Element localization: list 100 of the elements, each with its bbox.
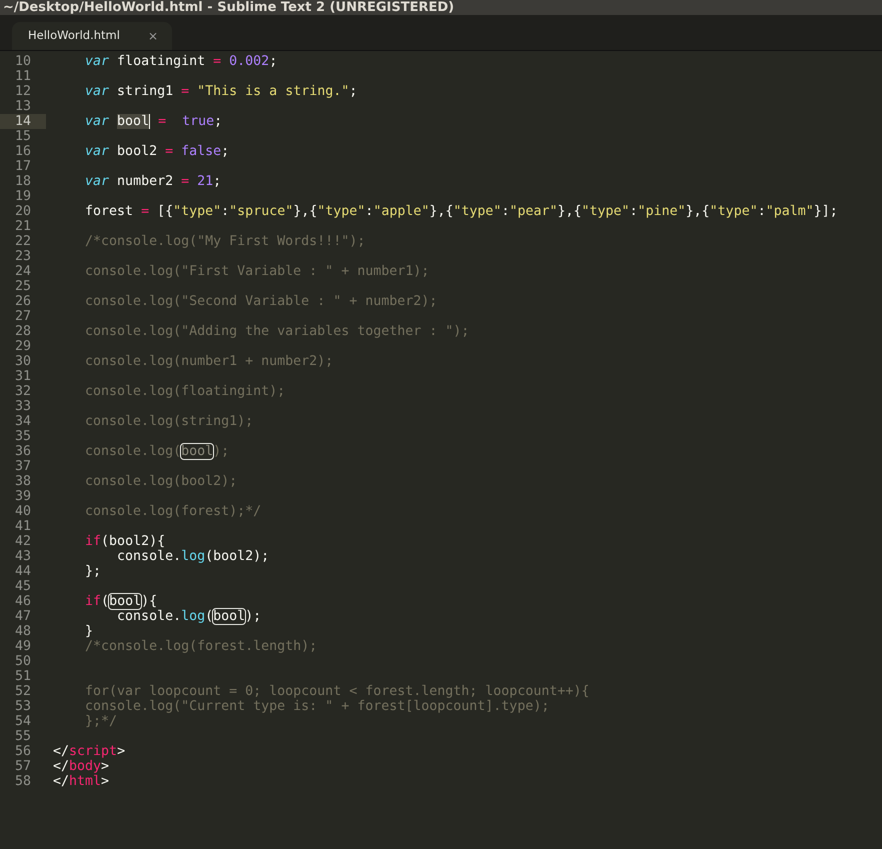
code-token: = xyxy=(181,84,190,99)
line-number: 54 xyxy=(14,714,32,729)
line-number: 31 xyxy=(14,369,32,384)
line-number: 27 xyxy=(14,309,32,324)
code-token: "pine" xyxy=(638,204,686,219)
close-tab-button[interactable]: × xyxy=(148,30,158,42)
code-token: /*console.log(forest.length); xyxy=(84,639,318,654)
code-token: : xyxy=(365,204,374,219)
code-token: var xyxy=(84,114,110,129)
code-token: var xyxy=(84,144,110,159)
code-token: "type" xyxy=(710,204,758,219)
code-token: (bool2); xyxy=(205,549,270,564)
code-token: bool2 xyxy=(116,144,158,159)
code-token: false xyxy=(180,144,222,159)
line-number: 16 xyxy=(14,144,32,159)
code-token: },{ xyxy=(429,204,454,219)
code-token: ; xyxy=(213,174,222,189)
line-number: 11 xyxy=(14,69,32,84)
line-number: 18 xyxy=(14,174,32,189)
code-token: console.log("Second Variable : " + number2); xyxy=(84,294,438,309)
code-token: };*/ xyxy=(84,714,118,729)
text-cursor xyxy=(149,114,150,129)
code-token: 21 xyxy=(196,174,214,189)
code-token: (bool2){ xyxy=(101,534,166,549)
code-token: "type" xyxy=(317,204,366,219)
code-token: console.log( xyxy=(84,444,182,459)
code-token: }]; xyxy=(814,204,838,219)
line-number: 57 xyxy=(14,759,32,774)
code-token: console. xyxy=(116,609,182,624)
code-token: log xyxy=(181,549,206,564)
code-token: forest xyxy=(84,204,134,219)
line-number: 10 xyxy=(14,54,32,69)
code-token: > xyxy=(101,759,110,774)
code-token: ; xyxy=(349,84,358,99)
line-number: 48 xyxy=(14,624,32,639)
code-token: html xyxy=(69,774,102,789)
code-token: ; xyxy=(214,114,222,129)
code-token: var xyxy=(84,84,110,99)
line-number: 14 xyxy=(0,114,46,129)
code-token: bool xyxy=(109,594,142,609)
line-number: 34 xyxy=(14,414,32,429)
code-token: },{ xyxy=(293,204,318,219)
code-token: console. xyxy=(116,549,182,564)
line-number: 13 xyxy=(14,99,32,114)
code-token: </ xyxy=(53,774,70,789)
line-number: 40 xyxy=(14,504,32,519)
line-number: 51 xyxy=(14,669,32,684)
code-token: console.log(forest);*/ xyxy=(84,504,262,519)
code-token: ){ xyxy=(141,594,158,609)
code-token: bool xyxy=(213,609,246,624)
line-number: 56 xyxy=(14,744,32,759)
code-token: console.log(number1 + number2); xyxy=(84,354,334,369)
line-number: 26 xyxy=(14,294,32,309)
line-number: 19 xyxy=(14,189,32,204)
line-number: 53 xyxy=(14,699,32,714)
code-token: },{ xyxy=(686,204,710,219)
line-number: 36 xyxy=(14,444,32,459)
line-number: 35 xyxy=(14,429,32,444)
line-number: 41 xyxy=(14,519,32,534)
line-number: 12 xyxy=(14,84,32,99)
line-number: 22 xyxy=(14,234,32,249)
code-token: [{ xyxy=(156,204,174,219)
line-number: 21 xyxy=(14,219,32,234)
code-token: "pear" xyxy=(509,204,558,219)
editor-tab[interactable]: HelloWorld.html × xyxy=(12,22,172,50)
line-number: 49 xyxy=(14,639,32,654)
code-token: = xyxy=(213,54,222,69)
code-token: console.log("First Variable : " + number1); xyxy=(84,264,430,279)
code-token: 0.002 xyxy=(228,54,270,69)
code-token: script xyxy=(69,744,118,759)
line-number: 46 xyxy=(14,594,32,609)
code-token: console.log(string1); xyxy=(84,414,254,429)
code-token: true xyxy=(181,114,214,129)
window-title: ~/Desktop/HelloWorld.html - Sublime Text 2 (UNREGISTERED) xyxy=(3,0,454,15)
code-token: floatingint xyxy=(116,54,206,69)
code-token: ; xyxy=(221,144,230,159)
code-token: = xyxy=(181,174,190,189)
code-token: "type" xyxy=(173,204,222,219)
line-number: 24 xyxy=(14,264,32,279)
code-token: string1 xyxy=(116,84,174,99)
line-number: 43 xyxy=(14,549,32,564)
code-token: "apple" xyxy=(373,204,430,219)
code-token: ( xyxy=(101,594,110,609)
code-token: ); xyxy=(213,444,230,459)
line-number: 52 xyxy=(14,684,32,699)
code-token: bool xyxy=(117,114,150,129)
line-number: 42 xyxy=(14,534,32,549)
line-number: 37 xyxy=(14,459,32,474)
line-number: 47 xyxy=(14,609,32,624)
code-token: if xyxy=(84,594,102,609)
code-token: > xyxy=(101,774,110,789)
line-number: 29 xyxy=(14,339,32,354)
code-token: "type" xyxy=(582,204,630,219)
code-token: console.log("Adding the variables together : "); xyxy=(84,324,470,339)
code-token: } xyxy=(84,624,94,639)
code-token: : xyxy=(501,204,510,219)
code-token: : xyxy=(758,204,766,219)
code-token: for(var loopcount = 0; loopcount < forest.length; loopcount++){ xyxy=(84,684,590,699)
code-token: = xyxy=(157,114,166,129)
line-number: 55 xyxy=(14,729,32,744)
